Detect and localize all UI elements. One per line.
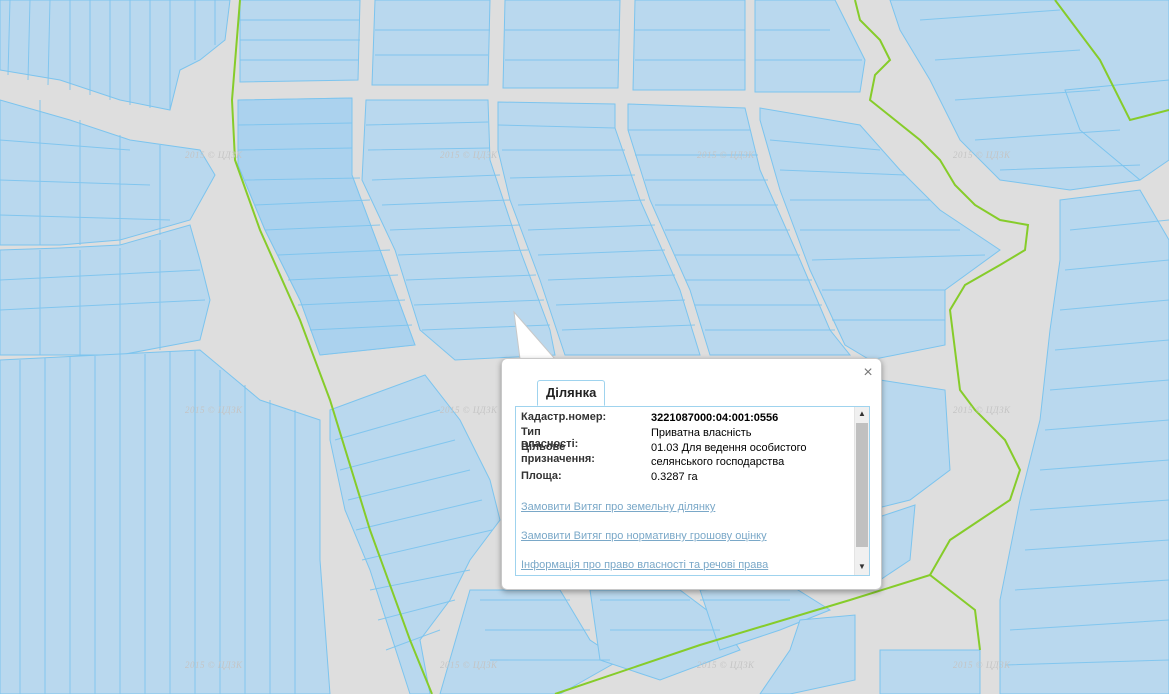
popup-content: Кадастр.номер: 3221087000:04:001:0556 Ти…	[515, 406, 870, 576]
watermark: 2015 © ЦДЗК	[440, 405, 498, 415]
scroll-down-icon[interactable]: ▼	[855, 562, 869, 571]
parcel-block	[879, 649, 981, 694]
field-value: 01.03 Для ведення особистого селянського…	[651, 442, 807, 468]
watermark: 2015 © ЦДЗК	[697, 660, 755, 670]
close-icon[interactable]: ×	[861, 365, 875, 381]
field-label: Кадастр.номер:	[521, 411, 607, 423]
parcel-block	[239, 0, 361, 83]
tab-parcel[interactable]: Ділянка	[537, 380, 606, 406]
parcel-block	[371, 0, 491, 86]
field-label: Цільове призначення:	[521, 441, 595, 465]
parcel-popup: × Ділянка Кадастр.номер: 3221087000:04:0…	[501, 358, 882, 590]
parcel-block	[632, 0, 746, 91]
field-value: Приватна власність	[651, 427, 752, 439]
watermark: 2015 © ЦДЗК	[440, 150, 498, 160]
watermark: 2015 © ЦДЗК	[185, 405, 243, 415]
watermark: 2015 © ЦДЗК	[953, 150, 1011, 160]
ownership-info-link[interactable]: Інформація про право власності та речові…	[521, 559, 768, 571]
field-label: Площа:	[521, 470, 562, 482]
order-valuation-extract-link[interactable]: Замовити Витяг про нормативну грошову оц…	[521, 530, 767, 542]
field-value: 0.3287 га	[651, 471, 698, 483]
scroll-up-icon[interactable]: ▲	[855, 409, 869, 418]
watermark: 2015 © ЦДЗК	[185, 150, 243, 160]
watermark: 2015 © ЦДЗК	[953, 405, 1011, 415]
order-land-extract-link[interactable]: Замовити Витяг про земельну ділянку	[521, 501, 715, 513]
watermark: 2015 © ЦДЗК	[697, 150, 755, 160]
watermark: 2015 © ЦДЗК	[953, 660, 1011, 670]
popup-scrollbar[interactable]: ▲ ▼	[854, 407, 869, 575]
scrollbar-thumb[interactable]	[856, 423, 868, 547]
field-value: 3221087000:04:001:0556	[651, 412, 779, 424]
watermark: 2015 © ЦДЗК	[185, 660, 243, 670]
watermark: 2015 © ЦДЗК	[440, 660, 498, 670]
parcel-block	[502, 0, 621, 89]
